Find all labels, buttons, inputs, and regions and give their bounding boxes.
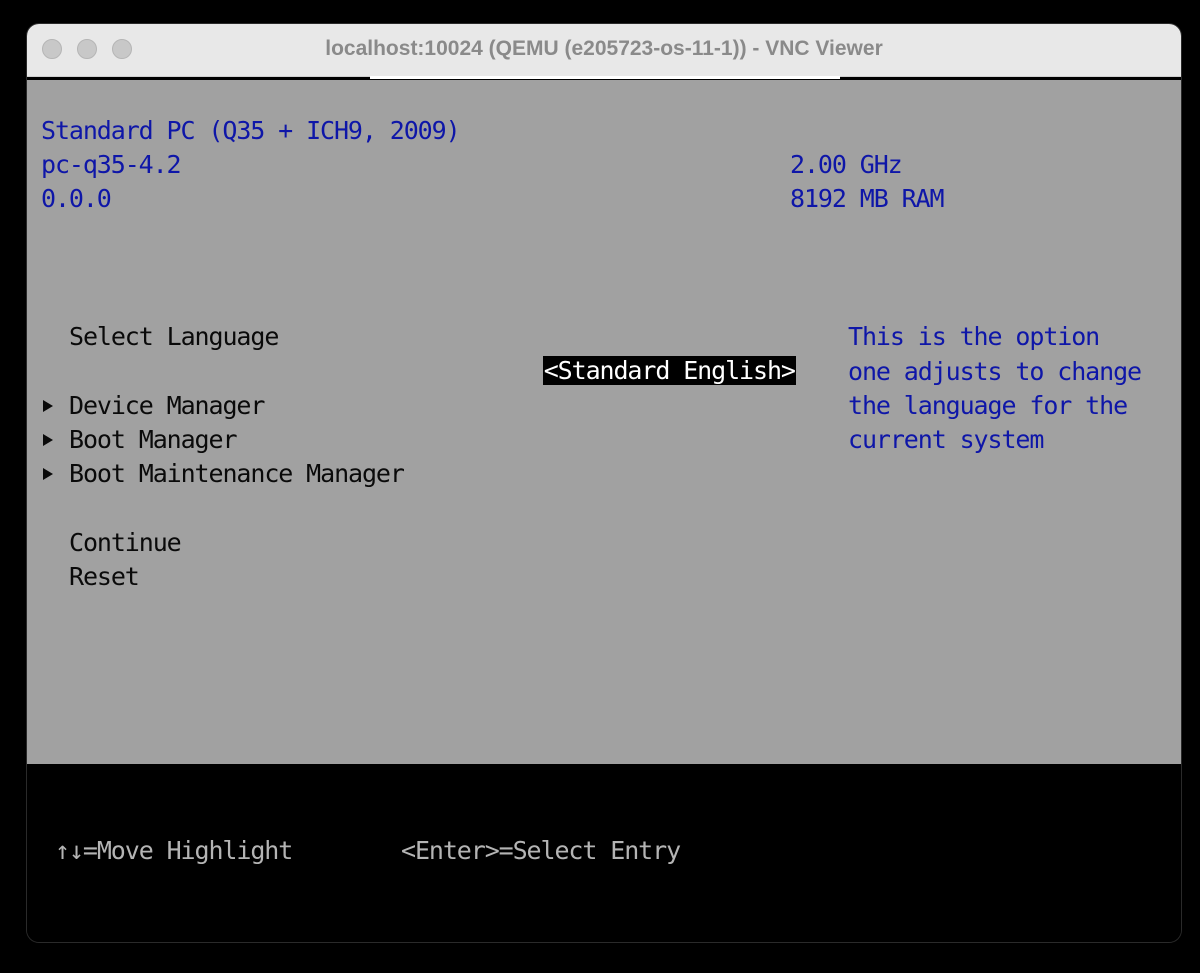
help-text-line: the language for the: [848, 391, 1128, 420]
language-selector[interactable]: <Standard English>: [459, 320, 796, 422]
title-bar[interactable]: localhost:10024 (QEMU (e205723-os-11-1))…: [27, 24, 1181, 77]
help-text-line: This is the option: [848, 322, 1100, 351]
move-highlight-hint: ↑↓=Move Highlight: [55, 836, 293, 865]
vnc-viewer-window: localhost:10024 (QEMU (e205723-os-11-1))…: [27, 24, 1181, 942]
menu-item-boot-maintenance-manager[interactable]: Boot Maintenance Manager: [69, 457, 405, 491]
key-hint-bar: ↑↓=Move Highlight <Enter>=Select Entry: [27, 764, 1181, 942]
help-text-line: current system: [848, 425, 1044, 454]
submenu-arrow-icon: [43, 468, 53, 480]
select-entry-hint: <Enter>=Select Entry: [401, 836, 681, 865]
menu-item-device-manager[interactable]: Device Manager: [69, 389, 265, 423]
continue-option[interactable]: Continue: [69, 526, 182, 560]
machine-version: pc-q35-4.2: [41, 150, 182, 179]
cpu-speed: 2.00 GHz: [790, 150, 903, 179]
reset-option[interactable]: Reset: [69, 560, 140, 594]
title-underline: [370, 76, 840, 79]
language-selector-value: <Standard English>: [542, 356, 796, 385]
select-language-label: Select Language: [69, 322, 279, 351]
menu-item-boot-manager[interactable]: Boot Manager: [69, 423, 238, 457]
machine-type: Standard PC (Q35 + ICH9, 2009): [41, 116, 461, 145]
submenu-arrow-icon: [43, 434, 53, 446]
submenu-arrow-icon: [43, 400, 53, 412]
help-text-line: one adjusts to change: [848, 357, 1142, 386]
window-title: localhost:10024 (QEMU (e205723-os-11-1))…: [325, 37, 883, 60]
memory-size: 8192 MB RAM: [790, 184, 945, 213]
firmware-version: 0.0.0: [41, 184, 112, 213]
bios-screen[interactable]: Standard PC (Q35 + ICH9, 2009) pc-q35-4.…: [27, 80, 1181, 764]
